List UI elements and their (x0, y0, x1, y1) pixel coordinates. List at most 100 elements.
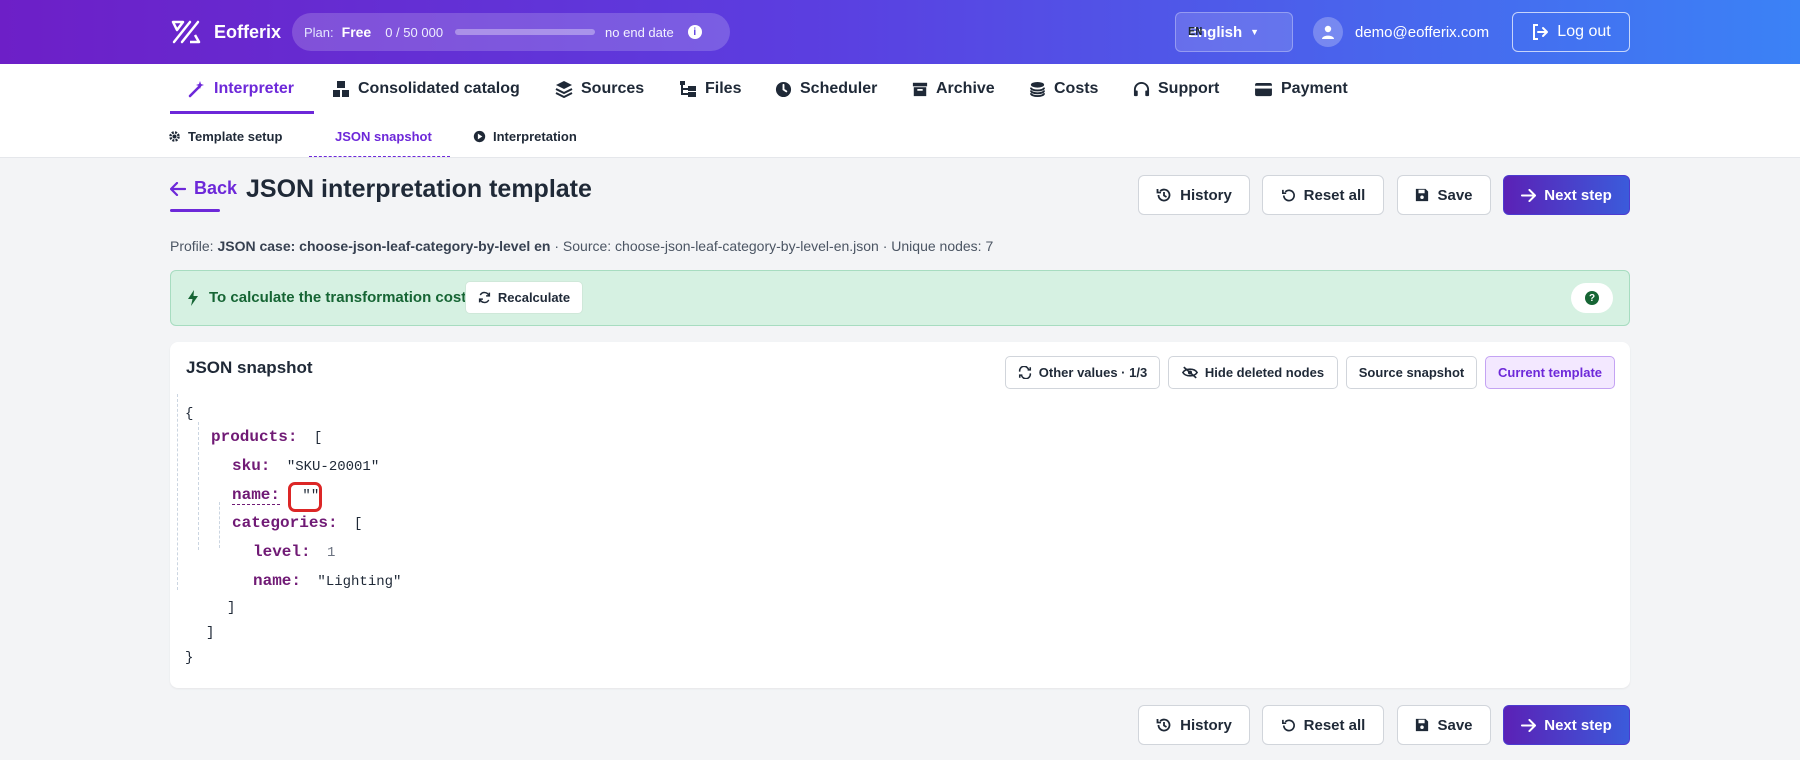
next-step-button[interactable]: Next step (1503, 175, 1630, 215)
back-link[interactable]: Back (170, 178, 237, 199)
tab-json-snapshot[interactable]: JSON snapshot (335, 114, 432, 158)
profile-source: · Source: choose-json-leaf-category-by-l… (554, 238, 994, 254)
lightning-icon (188, 289, 198, 306)
indent-guide (177, 394, 178, 590)
history-icon (1156, 718, 1171, 732)
play-circle-icon (473, 130, 486, 142)
json-close-bracket: ] (206, 625, 215, 641)
json-open-bracket: [ (313, 430, 323, 446)
profile-label: Profile: (170, 238, 214, 254)
nav-item-support[interactable]: Support (1133, 64, 1219, 114)
json-value-category-name[interactable]: "Lighting" (317, 574, 401, 590)
sub-nav: Template setup JSON snapshot Interpretat… (0, 114, 1800, 158)
app-logo[interactable]: Eofferix (170, 18, 281, 46)
wand-icon (188, 81, 204, 98)
history-button[interactable]: History (1138, 175, 1250, 215)
cost-banner: To calculate the transformation cost Rec… (170, 270, 1630, 326)
plan-name: Free (341, 24, 372, 40)
json-value-sku[interactable]: "SKU-20001" (287, 459, 379, 475)
arrow-right-icon (1521, 718, 1537, 732)
recalculate-button[interactable]: Recalculate (465, 281, 583, 314)
nav-item-costs[interactable]: Costs (1029, 64, 1098, 114)
other-values-button[interactable]: Other values · 1/3 (1005, 356, 1160, 389)
save-button[interactable]: Save (1397, 175, 1491, 215)
current-template-button[interactable]: Current template (1485, 356, 1615, 389)
indent-guide (198, 422, 199, 550)
layers-icon (555, 81, 573, 98)
json-line-categories: categories: [ (232, 514, 362, 532)
save-button[interactable]: Save (1397, 705, 1491, 745)
plan-end-date: no end date (605, 24, 674, 40)
nav-item-payment[interactable]: Payment (1254, 64, 1348, 114)
json-key-products[interactable]: products: (211, 428, 297, 446)
indent-guide (219, 502, 220, 548)
profile-name: JSON case: choose-json-leaf-category-by-… (217, 238, 551, 254)
profile-info: Profile: JSON case: choose-json-leaf-cat… (170, 238, 993, 254)
help-button[interactable]: ? (1571, 283, 1613, 313)
tab-interpretation[interactable]: Interpretation (473, 114, 577, 158)
json-key-category-name[interactable]: name: (253, 572, 301, 590)
top-bar: Eofferix Plan: Free 0 / 50 000 no end da… (0, 0, 1800, 64)
logo-icon (171, 20, 201, 44)
folder-tree-icon (680, 81, 696, 97)
swap-icon (1018, 366, 1031, 379)
json-open-bracket: [ (354, 516, 363, 532)
nav-item-consolidated-catalog[interactable]: Consolidated catalog (332, 64, 520, 114)
language-selector[interactable]: EN English ▼ (1175, 12, 1293, 52)
json-snapshot-card: JSON snapshot Other values · 1/3 Hide de… (170, 342, 1630, 688)
cost-banner-message: To calculate the transformation cost (187, 289, 466, 306)
credit-card-icon (1255, 82, 1272, 96)
json-key-name[interactable]: name: (232, 486, 281, 505)
boxes-icon (333, 81, 349, 97)
back-underline (170, 209, 220, 212)
gear-icon (169, 130, 180, 142)
json-key-level[interactable]: level: (253, 543, 311, 561)
json-close-bracket: ] (227, 600, 236, 616)
sub-nav-active-indicator (309, 156, 450, 157)
tab-template-setup[interactable]: Template setup (168, 114, 282, 158)
plan-label: Plan: (304, 24, 334, 40)
avatar (1313, 17, 1343, 47)
page-title: JSON interpretation template (246, 175, 592, 203)
snapshot-title: JSON snapshot (186, 358, 313, 377)
floppy-icon (1416, 188, 1429, 202)
json-line-level: level: 1 (253, 543, 335, 561)
nav-item-archive[interactable]: Archive (912, 64, 995, 114)
coins-icon (1029, 81, 1046, 97)
reset-all-button[interactable]: Reset all (1262, 175, 1384, 215)
headset-icon (1133, 81, 1150, 96)
info-icon[interactable]: i (687, 25, 702, 39)
refresh-icon (478, 291, 490, 304)
clock-icon (775, 81, 792, 97)
hide-deleted-nodes-button[interactable]: Hide deleted nodes (1168, 356, 1338, 389)
json-key-sku[interactable]: sku: (232, 457, 270, 475)
plan-indicator: Plan: Free 0 / 50 000 no end date i (292, 13, 730, 51)
reset-icon (1281, 718, 1295, 731)
user-menu[interactable]: demo@eofferix.com (1313, 17, 1489, 47)
reset-all-button[interactable]: Reset all (1262, 705, 1384, 745)
history-icon (1156, 188, 1171, 202)
nav-item-sources[interactable]: Sources (555, 64, 644, 114)
selected-value-highlight[interactable] (288, 482, 322, 512)
json-key-categories[interactable]: categories: (232, 514, 338, 532)
archive-icon (912, 82, 928, 97)
logout-icon (1533, 24, 1549, 40)
arrow-right-icon (1521, 188, 1537, 202)
source-snapshot-button[interactable]: Source snapshot (1346, 356, 1477, 389)
history-button[interactable]: History (1138, 705, 1250, 745)
user-icon (1322, 25, 1334, 39)
user-email: demo@eofferix.com (1355, 23, 1490, 41)
nav-item-interpreter[interactable]: Interpreter (188, 64, 294, 114)
json-open-brace: { (185, 406, 194, 422)
floppy-icon (1416, 718, 1429, 732)
language-code: EN (1188, 25, 1203, 39)
next-step-button[interactable]: Next step (1503, 705, 1630, 745)
nav-item-files[interactable]: Files (679, 64, 741, 114)
logout-button[interactable]: Log out (1512, 12, 1630, 52)
caret-down-icon: ▼ (1250, 27, 1260, 37)
question-icon: ? (1585, 291, 1599, 305)
nav-item-scheduler[interactable]: Scheduler (775, 64, 877, 114)
arrow-left-icon (170, 181, 186, 196)
plan-usage-bar (455, 29, 596, 35)
json-value-level[interactable]: 1 (327, 545, 335, 561)
